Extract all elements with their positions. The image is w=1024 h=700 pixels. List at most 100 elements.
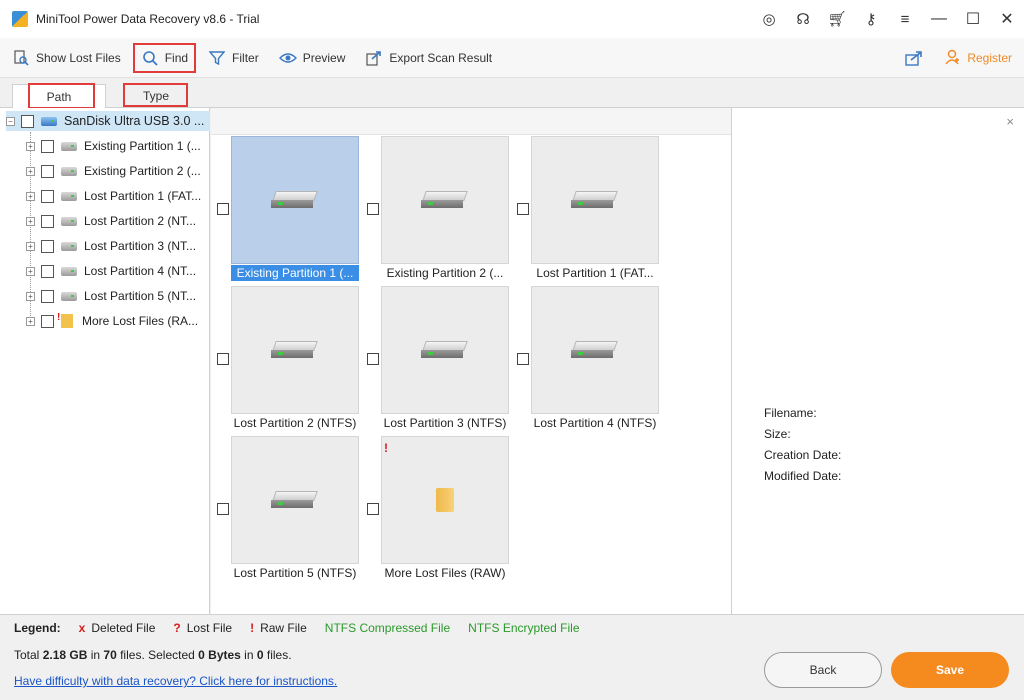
share-icon[interactable] <box>904 48 924 68</box>
grid-tile[interactable]: ! <box>381 436 509 564</box>
grid-tile[interactable] <box>531 286 659 414</box>
grid-tile[interactable] <box>231 286 359 414</box>
tree-item[interactable]: + Existing Partition 1 (... <box>26 136 201 156</box>
close-icon[interactable]: ✕ <box>990 0 1024 38</box>
tile-checkbox[interactable] <box>367 503 379 515</box>
maximize-icon[interactable]: ☐ <box>956 0 990 38</box>
filter-button[interactable]: Filter <box>200 43 267 73</box>
tree-root-label: SanDisk Ultra USB 3.0 ... <box>64 114 205 128</box>
show-lost-files-label: Show Lost Files <box>36 50 121 65</box>
drive-icon <box>571 341 618 359</box>
menu-icon[interactable]: ≡ <box>888 0 922 38</box>
tile-checkbox[interactable] <box>367 353 379 365</box>
back-button[interactable]: Back <box>764 652 882 688</box>
drive-icon <box>61 216 77 226</box>
expand-icon[interactable]: + <box>26 216 35 226</box>
tile-checkbox[interactable] <box>367 203 379 215</box>
path-tab-highlight <box>28 83 95 109</box>
grid-tile-label: Existing Partition 1 (... <box>231 265 359 281</box>
grid-tile[interactable] <box>531 136 659 264</box>
preview-button[interactable]: Preview <box>271 43 354 73</box>
drive-icon <box>61 291 77 301</box>
window-title: MiniTool Power Data Recovery v8.6 - Tria… <box>36 12 260 26</box>
grid-header <box>211 108 731 135</box>
tree-checkbox[interactable] <box>21 114 34 128</box>
grid-tile-label: Lost Partition 3 (NTFS) <box>383 416 507 430</box>
legend-ntfs-encrypted: NTFS Encrypted File <box>468 621 580 635</box>
tree-checkbox[interactable] <box>41 264 54 278</box>
tree-item[interactable]: + Lost Partition 5 (NT... <box>26 286 196 306</box>
tree-checkbox[interactable] <box>41 139 54 153</box>
tile-checkbox[interactable] <box>217 353 229 365</box>
tree-item-label: Existing Partition 2 (... <box>84 164 201 178</box>
tree-checkbox[interactable] <box>41 239 54 253</box>
summary-text: files. Selected <box>116 648 199 662</box>
help-link[interactable]: Have difficulty with data recovery? Clic… <box>14 674 337 688</box>
toolbar: Show Lost Files Find Filter Preview Expo… <box>0 38 1024 78</box>
expand-icon[interactable]: + <box>26 141 35 151</box>
grid-tile[interactable] <box>381 136 509 264</box>
tree-checkbox[interactable] <box>41 314 54 328</box>
expand-icon[interactable]: + <box>26 166 35 176</box>
expand-icon[interactable]: + <box>26 191 35 201</box>
grid-tile-label: Lost Partition 5 (NTFS) <box>233 566 357 580</box>
show-lost-files-icon <box>12 49 30 67</box>
find-button[interactable]: Find <box>132 42 197 73</box>
drive-icon <box>421 191 468 209</box>
tree-item[interactable]: + Lost Partition 1 (FAT... <box>26 186 201 206</box>
disc-icon[interactable]: ◎ <box>752 0 786 38</box>
tree-checkbox[interactable] <box>41 289 54 303</box>
path-tree: − SanDisk Ultra USB 3.0 ... + Existing Pa… <box>0 108 210 614</box>
grid-tile-label: Existing Partition 2 (... <box>386 266 504 280</box>
collapse-icon[interactable]: − <box>6 116 15 126</box>
close-preview-icon[interactable]: × <box>1006 114 1014 129</box>
tree-item[interactable]: + Lost Partition 3 (NT... <box>26 236 196 256</box>
support-icon[interactable]: ☊ <box>786 0 820 38</box>
summary-text: in <box>87 648 104 662</box>
tile-checkbox[interactable] <box>517 353 529 365</box>
register-button[interactable]: Register <box>945 38 1012 78</box>
grid-tile[interactable] <box>231 436 359 564</box>
filter-label: Filter <box>232 50 259 65</box>
grid-tile[interactable] <box>231 136 359 264</box>
view-tabs: Path Type <box>0 78 1024 109</box>
tile-checkbox[interactable] <box>517 203 529 215</box>
grid-tile[interactable] <box>381 286 509 414</box>
status-footer: Legend: x Deleted File ? Lost File ! Raw… <box>0 614 1024 700</box>
modified-date-label: Modified Date: <box>764 469 842 483</box>
key-icon[interactable]: ⚷ <box>854 0 888 38</box>
tile-checkbox[interactable] <box>217 503 229 515</box>
drive-icon <box>61 266 77 276</box>
drive-icon <box>271 491 318 509</box>
show-lost-files-button[interactable]: Show Lost Files <box>4 43 129 73</box>
search-icon <box>141 49 159 67</box>
app-logo-icon <box>12 11 28 27</box>
tree-item[interactable]: + Existing Partition 2 (... <box>26 161 201 181</box>
expand-icon[interactable]: + <box>26 241 35 251</box>
minimize-icon[interactable]: — <box>922 0 956 38</box>
partition-grid: Existing Partition 1 (... Existing Parti… <box>211 108 731 614</box>
tree-checkbox[interactable] <box>41 189 54 203</box>
tree-checkbox[interactable] <box>41 164 54 178</box>
legend-deleted: x Deleted File <box>79 621 156 635</box>
tile-checkbox[interactable] <box>217 203 229 215</box>
preview-label: Preview <box>302 50 346 65</box>
expand-icon[interactable]: + <box>26 316 35 326</box>
tree-item[interactable]: + Lost Partition 4 (NT... <box>26 261 196 281</box>
drive-icon <box>61 141 77 151</box>
grid-tile-label: Lost Partition 2 (NTFS) <box>233 416 357 430</box>
save-button[interactable]: Save <box>891 652 1009 688</box>
tree-item-label: Lost Partition 1 (FAT... <box>84 189 202 203</box>
legend-deleted-label: Deleted File <box>91 621 156 635</box>
expand-icon[interactable]: + <box>26 291 35 301</box>
tree-checkbox[interactable] <box>41 214 54 228</box>
export-scan-result-button[interactable]: Export Scan Result <box>357 43 500 73</box>
drive-icon <box>571 191 618 209</box>
tree-item[interactable]: + More Lost Files (RA... <box>26 311 198 331</box>
cart-icon[interactable]: 🛒︎ <box>820 0 854 38</box>
expand-icon[interactable]: + <box>26 266 35 276</box>
tree-item[interactable]: + Lost Partition 2 (NT... <box>26 211 196 231</box>
tree-root[interactable]: − SanDisk Ultra USB 3.0 ... <box>6 111 210 131</box>
export-label: Export Scan Result <box>389 50 493 65</box>
tree-item-label: Lost Partition 3 (NT... <box>84 239 197 253</box>
